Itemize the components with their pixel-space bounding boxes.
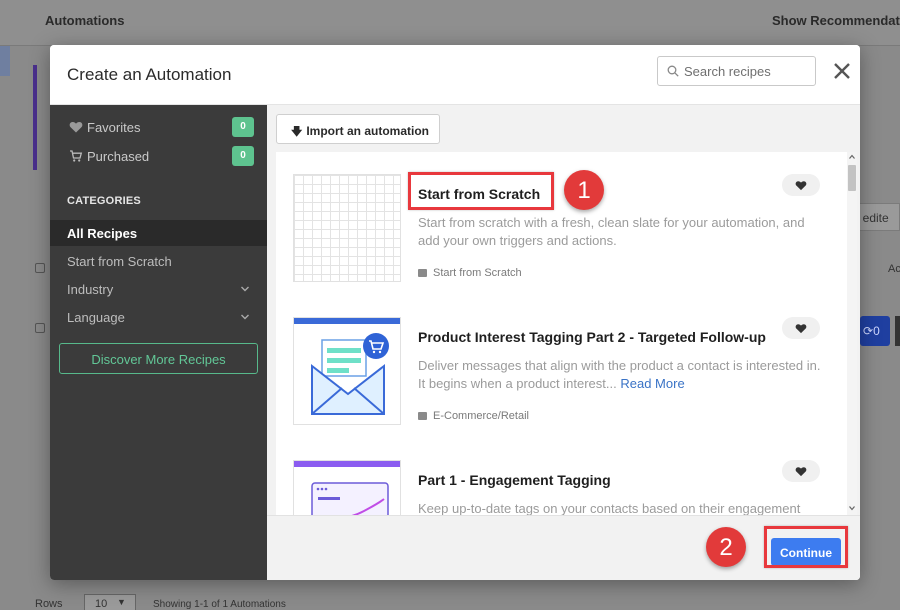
- chevron-down-icon: ▼: [117, 597, 126, 607]
- read-more-link[interactable]: Read More: [620, 376, 684, 391]
- categories-heading: CATEGORIES: [67, 195, 141, 207]
- recipe-category: Start from Scratch: [418, 267, 522, 279]
- rows-label: Rows: [35, 598, 63, 610]
- import-automation-button[interactable]: 🡇 Import an automation: [276, 114, 440, 144]
- download-icon: 🡇: [291, 126, 303, 138]
- showing-text: Showing 1-1 of 1 Automations: [153, 599, 286, 610]
- search-icon: [667, 65, 679, 77]
- chevron-up-icon[interactable]: [848, 153, 856, 161]
- recipe-title: Part 1 - Engagement Tagging: [418, 472, 611, 488]
- rows-select-value: 10: [95, 598, 108, 610]
- purchased-count-badge: 0: [232, 146, 254, 166]
- sidebar-item-industry[interactable]: Industry: [50, 276, 267, 302]
- recipe-title: Start from Scratch: [418, 186, 541, 202]
- background-action-button: [895, 316, 900, 346]
- chevron-down-icon: [241, 314, 249, 320]
- sidebar-item-favorites[interactable]: Favorites 0: [50, 113, 267, 141]
- category-icon: [418, 269, 427, 277]
- chart-illustration-thumbnail: [293, 460, 401, 515]
- search-input[interactable]: [684, 60, 812, 82]
- email-illustration-thumbnail: [293, 317, 401, 425]
- background-count-button: ⟳0: [860, 316, 890, 346]
- heart-icon: [69, 121, 83, 133]
- chevron-down-icon: [241, 286, 249, 292]
- modal-footer: Continue: [267, 515, 860, 580]
- recipe-description: Start from scratch with a fresh, clean s…: [418, 215, 805, 248]
- background-column-header: Ac: [888, 263, 900, 275]
- grid-thumbnail: [293, 174, 401, 282]
- recipe-content: 🡇 Import an automation Start from Scratch…: [267, 105, 860, 580]
- recipe-description: Keep up-to-date tags on your contacts ba…: [418, 501, 801, 515]
- search-box[interactable]: [657, 56, 816, 86]
- rows-select: 10 ▼: [84, 594, 136, 610]
- background-sidebar-strip: [0, 46, 10, 76]
- scrollbar-thumb[interactable]: [848, 165, 856, 191]
- continue-button[interactable]: Continue: [771, 538, 841, 566]
- background-checkbox: [35, 263, 45, 273]
- cart-icon: [70, 150, 83, 162]
- chart-icon: [294, 461, 400, 515]
- recipe-list-scrollbar[interactable]: [847, 152, 857, 515]
- sidebar-item-label: Favorites: [87, 120, 141, 135]
- modal-title: Create an Automation: [67, 65, 232, 84]
- recipe-category-label: E-Commerce/Retail: [433, 410, 529, 422]
- modal-header: Create an Automation: [50, 45, 860, 105]
- recipe-category-label: Start from Scratch: [433, 267, 522, 279]
- background-checkbox: [35, 323, 45, 333]
- show-recommendations-link: Show Recommendations: [772, 13, 900, 28]
- background-title: Automations: [45, 13, 125, 28]
- sidebar-item-label: Purchased: [87, 149, 150, 164]
- sidebar-item-all-recipes[interactable]: All Recipes: [50, 220, 267, 246]
- favorite-button[interactable]: [782, 460, 820, 482]
- favorites-count-badge: 0: [232, 117, 254, 137]
- background-footer: Rows 10 ▼ Showing 1-1 of 1 Automations: [0, 594, 900, 610]
- heart-icon: [795, 324, 807, 334]
- sidebar-item-language[interactable]: Language: [50, 304, 267, 330]
- discover-more-recipes-button[interactable]: Discover More Recipes: [59, 343, 258, 374]
- category-icon: [418, 412, 427, 420]
- heart-icon: [795, 181, 807, 191]
- recipe-sidebar: Favorites 0 Purchased 0 CATEGORIES All R…: [50, 105, 267, 580]
- heart-icon: [795, 467, 807, 477]
- recipe-card-start-from-scratch[interactable]: Start from Scratch Start from scratch wi…: [276, 174, 846, 314]
- create-automation-modal: Create an Automation Favorites 0: [50, 45, 860, 580]
- sidebar-item-label: Industry: [67, 282, 114, 297]
- recipe-title: Product Interest Tagging Part 2 - Target…: [418, 329, 766, 345]
- close-icon[interactable]: [830, 59, 854, 83]
- chevron-down-icon[interactable]: [848, 504, 856, 512]
- sidebar-item-purchased[interactable]: Purchased 0: [50, 142, 267, 170]
- import-automation-label: Import an automation: [306, 124, 429, 138]
- favorite-button[interactable]: [782, 317, 820, 339]
- envelope-icon: [294, 318, 400, 415]
- background-count-icon: ⟳: [863, 324, 874, 338]
- sidebar-item-start-from-scratch[interactable]: Start from Scratch: [50, 248, 267, 274]
- step-marker-2: 2: [706, 527, 746, 567]
- background-header: Automations Show Recommendations: [0, 0, 900, 46]
- recipe-card-product-interest[interactable]: Product Interest Tagging Part 2 - Target…: [276, 317, 846, 457]
- background-count: 0: [873, 324, 880, 338]
- recipe-list: Start from Scratch Start from scratch wi…: [276, 152, 857, 515]
- sidebar-item-label: Language: [67, 310, 125, 325]
- recipe-description: Deliver messages that align with the pro…: [418, 357, 828, 393]
- recipe-card-engagement-tagging[interactable]: Part 1 - Engagement Tagging Keep up-to-d…: [276, 460, 846, 515]
- favorite-button[interactable]: [782, 174, 820, 196]
- step-marker-1: 1: [564, 170, 604, 210]
- recipe-category: E-Commerce/Retail: [418, 410, 529, 422]
